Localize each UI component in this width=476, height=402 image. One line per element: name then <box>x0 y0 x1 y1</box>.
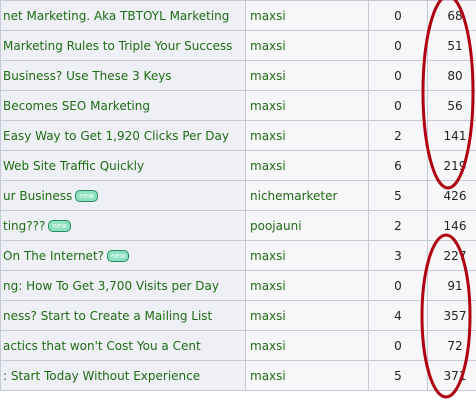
thread-author-link[interactable]: maxsi <box>245 0 369 31</box>
thread-replies-count: 0 <box>368 0 428 31</box>
thread-author-link[interactable]: maxsi <box>245 330 369 361</box>
new-badge-icon: new <box>48 220 71 232</box>
thread-title-link[interactable]: ng: How To Get 3,700 Visits per Day <box>3 279 219 293</box>
thread-row: ting??? new poojauni 2 146 <box>0 210 476 241</box>
thread-title-cell: net Marketing. Aka TBTOYL Marketing <box>0 0 246 31</box>
thread-author-link[interactable]: maxsi <box>245 360 369 391</box>
thread-list-table: net Marketing. Aka TBTOYL Marketing maxsi… <box>0 0 476 391</box>
thread-views-count: 219 <box>427 150 476 181</box>
thread-author-link[interactable]: maxsi <box>245 300 369 331</box>
thread-row: Business? Use These 3 Keys maxsi 0 80 <box>0 60 476 91</box>
thread-replies-count: 4 <box>368 300 428 331</box>
thread-title-link[interactable]: Becomes SEO Marketing <box>3 99 150 113</box>
thread-replies-count: 0 <box>368 60 428 91</box>
thread-replies-count: 2 <box>368 120 428 151</box>
thread-replies-count: 0 <box>368 270 428 301</box>
thread-title-cell: Becomes SEO Marketing <box>0 90 246 121</box>
thread-title-cell: actics that won't Cost You a Cent <box>0 330 246 361</box>
thread-title-link[interactable]: Business? Use These 3 Keys <box>3 69 172 83</box>
thread-title-link[interactable]: Marketing Rules to Triple Your Success <box>3 39 232 53</box>
thread-author-link[interactable]: maxsi <box>245 240 369 271</box>
thread-author-link[interactable]: maxsi <box>245 120 369 151</box>
thread-author-link[interactable]: maxsi <box>245 150 369 181</box>
thread-title-cell: On The Internet? new <box>0 240 246 271</box>
thread-views-count: 371 <box>427 360 476 391</box>
thread-replies-count: 5 <box>368 180 428 211</box>
thread-views-count: 51 <box>427 30 476 61</box>
thread-views-count: 91 <box>427 270 476 301</box>
thread-title-cell: Web Site Traffic Quickly <box>0 150 246 181</box>
thread-author-link[interactable]: maxsi <box>245 90 369 121</box>
thread-row: ng: How To Get 3,700 Visits per Day maxsi… <box>0 270 476 301</box>
thread-views-count: 68 <box>427 0 476 31</box>
thread-title-cell: ness? Start to Create a Mailing List <box>0 300 246 331</box>
thread-row: ur Business new nichemarketer 5 426 <box>0 180 476 211</box>
thread-views-count: 227 <box>427 240 476 271</box>
thread-views-count: 72 <box>427 330 476 361</box>
thread-replies-count: 5 <box>368 360 428 391</box>
thread-author-link[interactable]: maxsi <box>245 30 369 61</box>
new-badge-icon: new <box>107 250 130 262</box>
thread-views-count: 357 <box>427 300 476 331</box>
thread-row: On The Internet? new maxsi 3 227 <box>0 240 476 271</box>
thread-replies-count: 3 <box>368 240 428 271</box>
thread-replies-count: 0 <box>368 30 428 61</box>
thread-row: : Start Today Without Experience maxsi 5 37… <box>0 360 476 391</box>
thread-row: Marketing Rules to Triple Your Success ma… <box>0 30 476 61</box>
thread-row: actics that won't Cost You a Cent maxsi 0 7… <box>0 330 476 361</box>
thread-replies-count: 6 <box>368 150 428 181</box>
thread-views-count: 146 <box>427 210 476 241</box>
thread-row: ness? Start to Create a Mailing List maxs… <box>0 300 476 331</box>
thread-views-count: 426 <box>427 180 476 211</box>
thread-author-link[interactable]: nichemarketer <box>245 180 369 211</box>
thread-row: net Marketing. Aka TBTOYL Marketing maxsi… <box>0 0 476 31</box>
thread-author-link[interactable]: maxsi <box>245 60 369 91</box>
thread-title-cell: ng: How To Get 3,700 Visits per Day <box>0 270 246 301</box>
thread-views-count: 141 <box>427 120 476 151</box>
thread-author-link[interactable]: maxsi <box>245 270 369 301</box>
thread-title-cell: ting??? new <box>0 210 246 241</box>
thread-title-link[interactable]: Web Site Traffic Quickly <box>3 159 144 173</box>
thread-title-link[interactable]: Easy Way to Get 1,920 Clicks Per Day <box>3 129 229 143</box>
thread-title-cell: ur Business new <box>0 180 246 211</box>
thread-row: Easy Way to Get 1,920 Clicks Per Day maxs… <box>0 120 476 151</box>
thread-title-link[interactable]: On The Internet? <box>3 249 104 263</box>
thread-title-cell: Easy Way to Get 1,920 Clicks Per Day <box>0 120 246 151</box>
thread-title-link[interactable]: actics that won't Cost You a Cent <box>3 339 201 353</box>
thread-title-link[interactable]: ting??? <box>3 219 45 233</box>
thread-title-link[interactable]: ness? Start to Create a Mailing List <box>3 309 212 323</box>
thread-row: Web Site Traffic Quickly maxsi 6 219 <box>0 150 476 181</box>
thread-replies-count: 0 <box>368 90 428 121</box>
thread-title-cell: : Start Today Without Experience <box>0 360 246 391</box>
thread-title-link[interactable]: net Marketing. Aka TBTOYL Marketing <box>3 9 229 23</box>
thread-title-link[interactable]: : Start Today Without Experience <box>3 369 200 383</box>
thread-views-count: 56 <box>427 90 476 121</box>
new-badge-icon: new <box>75 190 98 202</box>
thread-title-link[interactable]: ur Business <box>3 189 72 203</box>
thread-title-cell: Marketing Rules to Triple Your Success <box>0 30 246 61</box>
thread-replies-count: 2 <box>368 210 428 241</box>
thread-views-count: 80 <box>427 60 476 91</box>
thread-replies-count: 0 <box>368 330 428 361</box>
thread-row: Becomes SEO Marketing maxsi 0 56 <box>0 90 476 121</box>
thread-title-cell: Business? Use These 3 Keys <box>0 60 246 91</box>
thread-author-link[interactable]: poojauni <box>245 210 369 241</box>
